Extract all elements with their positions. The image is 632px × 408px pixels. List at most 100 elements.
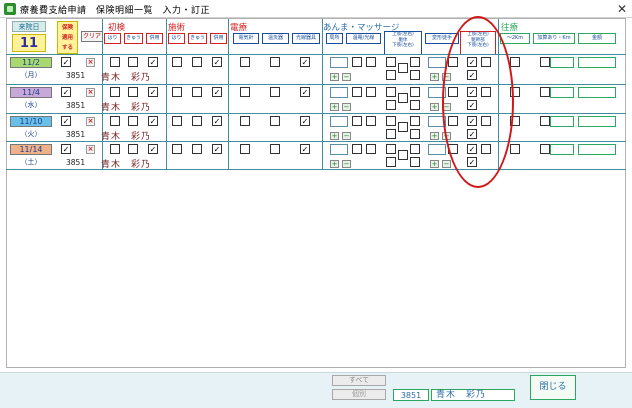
treat-heiyo-checkbox[interactable]: ✓ [212,144,222,154]
treat-kyu-checkbox[interactable] [192,144,202,154]
treat-kyu-checkbox[interactable] [192,87,202,97]
first-kyu-checkbox[interactable] [128,57,138,67]
lower-limb-right-checkbox[interactable] [410,157,420,167]
plus-button[interactable]: + [430,73,439,81]
elec-light-checkbox[interactable]: ✓ [300,144,310,154]
first-hari-checkbox[interactable] [110,87,120,97]
first-heiyo-checkbox[interactable]: ✓ [148,57,158,67]
first-heiyo-checkbox[interactable]: ✓ [148,87,158,97]
elec-moxa-checkbox[interactable] [270,144,280,154]
visit-km-input[interactable] [550,57,574,68]
first-heiyo-checkbox[interactable]: ✓ [148,144,158,154]
row-date[interactable]: 11/10 [10,116,52,127]
massage-local-input[interactable] [330,87,348,98]
delete-icon[interactable]: × [86,58,95,67]
first-hari-checkbox[interactable] [110,57,120,67]
lower-limb-checkbox[interactable] [386,157,396,167]
minus-button[interactable]: − [342,132,351,140]
elec-needle-checkbox[interactable] [240,144,250,154]
treat-hari-checkbox[interactable] [172,87,182,97]
deform-input[interactable] [428,144,446,155]
trunk-checkbox[interactable] [398,122,408,132]
visit-amount-input[interactable] [578,57,616,68]
row-date[interactable]: 11/14 [10,144,52,155]
trunk-checkbox[interactable] [398,150,408,160]
delete-icon[interactable]: × [86,88,95,97]
visit-km-input[interactable] [550,87,574,98]
massage-warm-checkbox[interactable] [352,87,362,97]
treat-heiyo-checkbox[interactable]: ✓ [212,87,222,97]
first-kyu-checkbox[interactable] [128,87,138,97]
elec-needle-checkbox[interactable] [240,116,250,126]
delete-icon[interactable]: × [86,145,95,154]
elec-moxa-checkbox[interactable] [270,57,280,67]
upper-limb-right-checkbox[interactable] [410,116,420,126]
massage-local-input[interactable] [330,57,348,68]
massage-light-checkbox[interactable] [366,87,376,97]
elec-light-checkbox[interactable]: ✓ [300,116,310,126]
elec-needle-checkbox[interactable] [240,87,250,97]
massage-light-checkbox[interactable] [366,116,376,126]
trunk-checkbox[interactable] [398,63,408,73]
visit-km-checkbox[interactable] [540,116,550,126]
treat-hari-checkbox[interactable] [172,57,182,67]
upper-limb-checkbox[interactable] [386,87,396,97]
first-hari-checkbox[interactable] [110,144,120,154]
elec-moxa-checkbox[interactable] [270,87,280,97]
visit-km-input[interactable] [550,116,574,127]
visit-amount-input[interactable] [578,87,616,98]
treat-heiyo-checkbox[interactable]: ✓ [212,116,222,126]
lower-limb-checkbox[interactable] [386,129,396,139]
minus-button[interactable]: − [342,103,351,111]
treat-kyu-checkbox[interactable] [192,116,202,126]
visit-2km-checkbox[interactable] [510,144,520,154]
plus-button[interactable]: + [430,160,439,168]
apply-checkbox[interactable]: ✓ [61,144,71,154]
deform-input[interactable] [428,57,446,68]
upper-limb-right-checkbox[interactable] [410,144,420,154]
apply-checkbox[interactable]: ✓ [61,87,71,97]
plus-button[interactable]: + [330,103,339,111]
close-icon[interactable]: ✕ [614,1,630,17]
elec-light-checkbox[interactable]: ✓ [300,57,310,67]
individual-button[interactable]: 個別 [332,389,386,400]
plus-button[interactable]: + [330,73,339,81]
minus-button[interactable]: − [442,160,451,168]
row-date[interactable]: 11/4 [10,87,52,98]
massage-local-input[interactable] [330,144,348,155]
upper-limb-checkbox[interactable] [386,144,396,154]
visit-km-checkbox[interactable] [540,57,550,67]
all-button[interactable]: すべて [332,375,386,386]
treat-hari-checkbox[interactable] [172,144,182,154]
lower-limb-checkbox[interactable] [386,100,396,110]
plus-button[interactable]: + [330,132,339,140]
massage-warm-checkbox[interactable] [352,144,362,154]
delete-icon[interactable]: × [86,117,95,126]
first-heiyo-checkbox[interactable]: ✓ [148,116,158,126]
minus-button[interactable]: − [342,160,351,168]
massage-warm-checkbox[interactable] [352,57,362,67]
lower-limb-checkbox[interactable] [386,70,396,80]
visit-km-checkbox[interactable] [540,87,550,97]
row-date[interactable]: 11/2 [10,57,52,68]
trunk-checkbox[interactable] [398,93,408,103]
elec-moxa-checkbox[interactable] [270,116,280,126]
close-button[interactable]: 閉じる [530,375,576,400]
upper-limb-right-checkbox[interactable] [410,87,420,97]
minus-button[interactable]: − [342,73,351,81]
treat-kyu-checkbox[interactable] [192,57,202,67]
lower-limb-right-checkbox[interactable] [410,100,420,110]
first-kyu-checkbox[interactable] [128,116,138,126]
visit-km-checkbox[interactable] [540,144,550,154]
upper-limb-right-checkbox[interactable] [410,57,420,67]
elec-needle-checkbox[interactable] [240,57,250,67]
plus-button[interactable]: + [430,132,439,140]
first-hari-checkbox[interactable] [110,116,120,126]
visit-km-input[interactable] [550,144,574,155]
upper-limb-checkbox[interactable] [386,57,396,67]
clear-button[interactable]: クリア [81,31,103,42]
lower-limb-right-checkbox[interactable] [410,70,420,80]
plus-button[interactable]: + [430,103,439,111]
massage-local-input[interactable] [330,116,348,127]
upper-limb-checkbox[interactable] [386,116,396,126]
